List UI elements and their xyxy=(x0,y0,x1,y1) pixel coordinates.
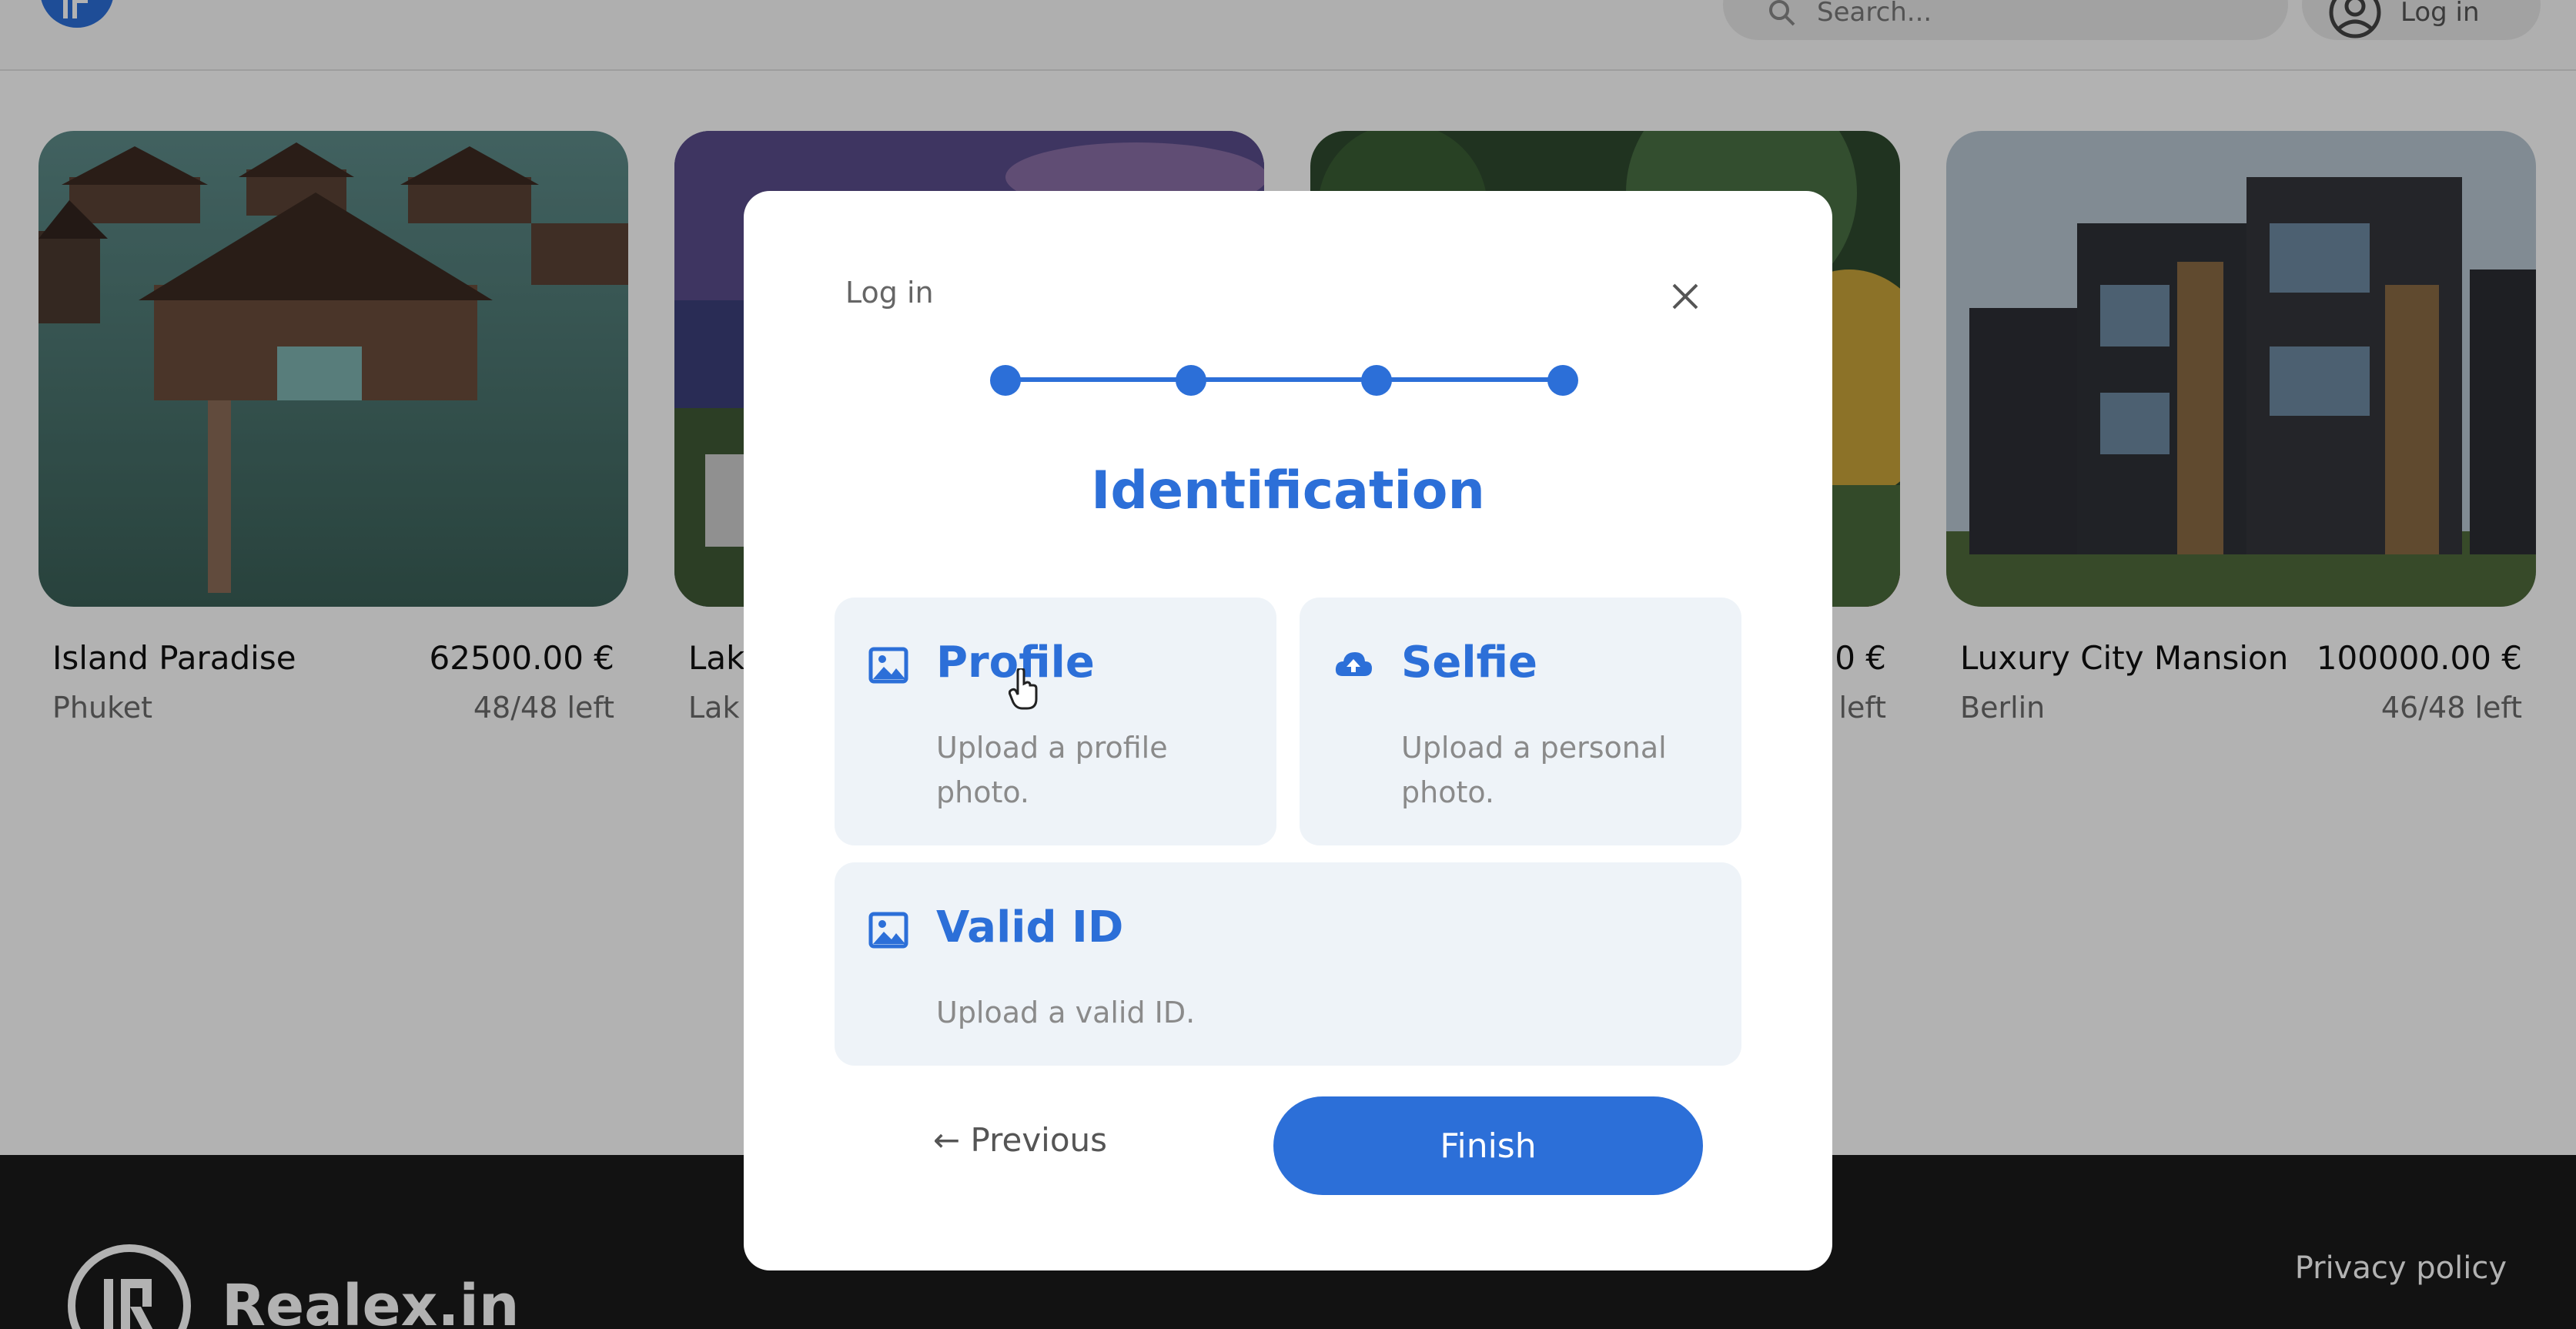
step-heading: Identification xyxy=(1091,460,1485,521)
selfie-upload-option[interactable]: Selfie Upload a personal photo. xyxy=(1300,598,1741,845)
valid-id-option-desc: Upload a valid ID. xyxy=(936,996,1196,1029)
previous-button[interactable]: ← Previous xyxy=(933,1121,1107,1159)
image-icon xyxy=(868,647,908,684)
valid-id-option-label: Valid ID xyxy=(936,902,1124,952)
hand-cursor-icon xyxy=(1009,668,1038,710)
close-icon[interactable] xyxy=(1666,277,1705,316)
progress-stepper xyxy=(990,360,1578,399)
stepper-line xyxy=(1005,377,1563,382)
profile-upload-option[interactable]: Profile Upload a profile photo. xyxy=(835,598,1276,845)
step-dot xyxy=(1361,365,1392,396)
cloud-upload-icon xyxy=(1335,652,1372,676)
finish-button[interactable]: Finish xyxy=(1273,1096,1703,1195)
valid-id-upload-option[interactable]: Valid ID Upload a valid ID. xyxy=(835,862,1741,1066)
step-dot xyxy=(1176,365,1206,396)
selfie-option-desc: Upload a personal photo. xyxy=(1401,731,1667,809)
profile-option-desc: Upload a profile photo. xyxy=(936,731,1168,809)
login-modal: Log in Identification Profile Upload a p… xyxy=(744,191,1832,1270)
step-dot xyxy=(1547,365,1578,396)
image-icon xyxy=(868,912,908,949)
step-dot xyxy=(990,365,1021,396)
modal-title: Log in xyxy=(845,276,934,310)
selfie-option-label: Selfie xyxy=(1401,638,1537,688)
